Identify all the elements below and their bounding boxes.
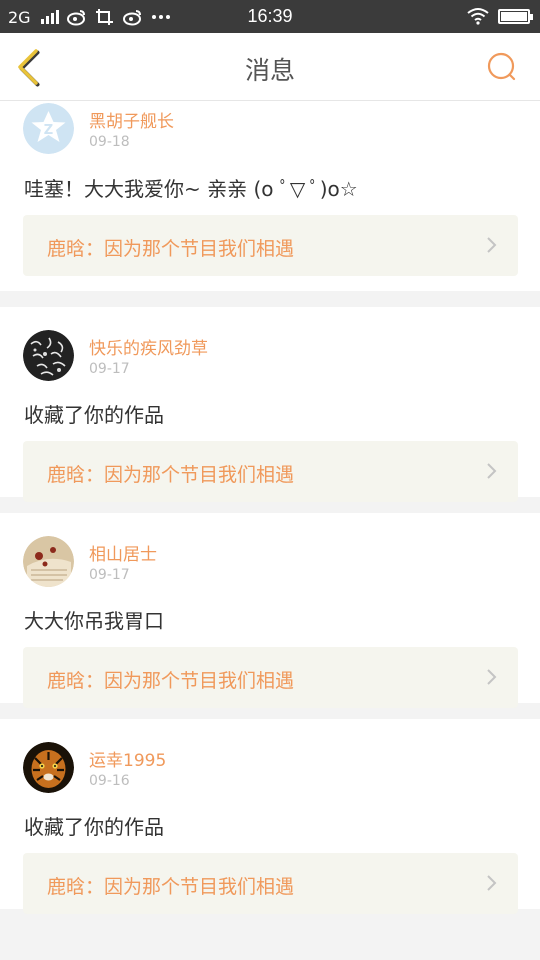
default-avatar-icon: Z <box>23 103 74 154</box>
avatar[interactable] <box>23 330 74 381</box>
message-date: 09-17 <box>89 361 130 377</box>
quoted-work[interactable]: 鹿晗：因为那个节目我们相遇 <box>23 853 518 914</box>
battery-level <box>501 11 527 21</box>
chevron-right-icon <box>487 669 497 685</box>
message-date: 09-17 <box>89 567 130 583</box>
quoted-work-title: 鹿晗：因为那个节目我们相遇 <box>47 238 295 260</box>
message-list: Z 黑胡子舰长 09-18 哇塞！大大我爱你~ 亲亲 (o ﾟ▽ ﾟ)o☆ 鹿晗… <box>0 101 540 925</box>
message-card: 快乐的疾风劲草 09-17 收藏了你的作品 鹿晗：因为那个节目我们相遇 <box>0 307 540 502</box>
avatar[interactable] <box>23 742 74 793</box>
message-text: 收藏了你的作品 <box>24 403 164 427</box>
page-title: 消息 <box>244 56 295 85</box>
search-icon[interactable] <box>484 49 520 85</box>
svg-text:Z: Z <box>44 123 53 138</box>
message-card: Z 黑胡子舰长 09-18 哇塞！大大我爱你~ 亲亲 (o ﾟ▽ ﾟ)o☆ 鹿晗… <box>0 101 540 291</box>
message-text: 大大你吊我胃口 <box>24 609 164 633</box>
status-time: 16:39 <box>247 6 293 26</box>
battery-icon <box>498 8 533 24</box>
quoted-work-title: 鹿晗：因为那个节目我们相遇 <box>47 876 295 898</box>
quoted-work[interactable]: 鹿晗：因为那个节目我们相遇 <box>23 441 518 502</box>
username[interactable]: 快乐的疾风劲草 <box>89 334 208 359</box>
message-date: 09-18 <box>89 134 130 150</box>
avatar[interactable]: Z <box>23 103 74 154</box>
username[interactable]: 运幸1995 <box>89 746 166 771</box>
status-right <box>466 7 533 25</box>
chevron-right-icon <box>487 237 497 253</box>
message-date: 09-16 <box>89 773 130 789</box>
quoted-work[interactable]: 鹿晗：因为那个节目我们相遇 <box>23 215 518 276</box>
message-card: 相山居士 09-17 大大你吊我胃口 鹿晗：因为那个节目我们相遇 <box>0 513 540 708</box>
avatar-image <box>23 536 74 587</box>
message-card: 运幸1995 09-16 收藏了你的作品 鹿晗：因为那个节目我们相遇 <box>0 719 540 914</box>
quoted-work[interactable]: 鹿晗：因为那个节目我们相遇 <box>23 647 518 708</box>
quoted-work-title: 鹿晗：因为那个节目我们相遇 <box>47 464 295 486</box>
status-bar: 2G 16:39 <box>0 0 540 33</box>
header: 消息 <box>0 33 540 101</box>
avatar-image <box>23 742 74 793</box>
username[interactable]: 相山居士 <box>89 540 157 565</box>
chevron-right-icon <box>487 875 497 891</box>
avatar[interactable] <box>23 536 74 587</box>
username[interactable]: 黑胡子舰长 <box>89 107 174 132</box>
quoted-work-title: 鹿晗：因为那个节目我们相遇 <box>47 670 295 692</box>
chevron-right-icon <box>487 463 497 479</box>
avatar-image <box>23 330 74 381</box>
wifi-icon <box>467 8 489 25</box>
message-text: 哇塞！大大我爱你~ 亲亲 (o ﾟ▽ ﾟ)o☆ <box>24 177 358 201</box>
message-text: 收藏了你的作品 <box>24 815 164 839</box>
